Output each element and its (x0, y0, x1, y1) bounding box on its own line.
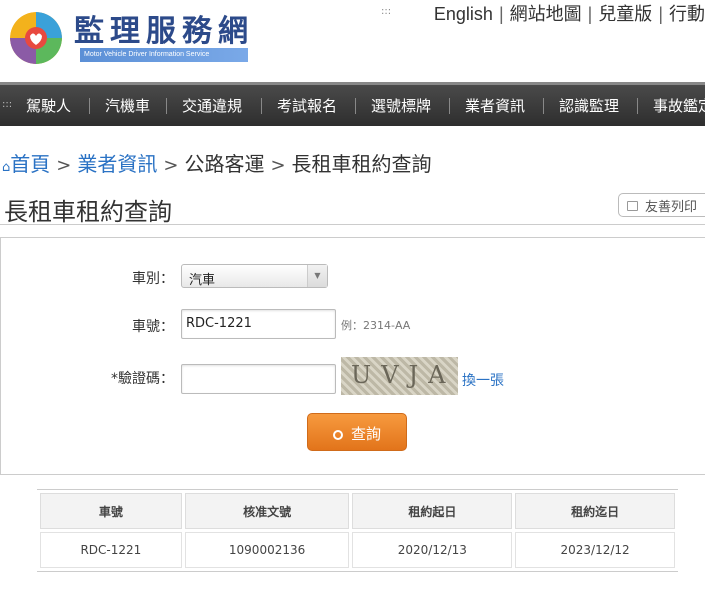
query-button-label: 查詢 (350, 425, 381, 443)
cell-end-date: 2023/12/12 (515, 532, 675, 568)
column-header-start: 租約起日 (352, 493, 513, 529)
site-subtitle: Motor Vehicle Driver Information Service (80, 48, 248, 62)
column-header-end: 租約迄日 (515, 493, 675, 529)
nav-divider (89, 98, 90, 114)
nav-item-plates[interactable]: 選號標牌 (371, 95, 431, 116)
captcha-label: *驗證碼： (111, 371, 174, 387)
cell-start-date: 2020/12/13 (352, 532, 513, 568)
nav-divider (637, 98, 638, 114)
captcha-text: UVJA (351, 361, 456, 389)
nav-item-vehicles[interactable]: 汽機車 (105, 95, 150, 116)
top-link-english[interactable]: English (434, 4, 493, 24)
site-logo-icon[interactable] (10, 12, 62, 64)
captcha-input[interactable] (181, 364, 336, 394)
plate-hint: 例：2314-AA (341, 319, 411, 332)
column-header-plate: 車號 (40, 493, 182, 529)
site-header: 監理服務網 Motor Vehicle Driver Information S… (0, 0, 705, 82)
main-nav: ::: 駕駛人 汽機車 交通違規 考試報名 選號標牌 業者資訊 認識監理 事故鑑… (0, 82, 705, 126)
nav-divider (543, 98, 544, 114)
table-header-row: 車號 核准文號 租約起日 租約迄日 (40, 493, 675, 529)
vehicle-type-label: 車別： (132, 271, 174, 287)
page-title: 長租車租約查詢 (4, 198, 172, 226)
divider: | (498, 4, 504, 24)
query-button[interactable]: 查詢 (307, 413, 407, 451)
printer-icon (627, 201, 638, 211)
chevron-right-icon: > (270, 155, 286, 176)
cell-approval: 1090002136 (184, 532, 350, 568)
top-link-mobile[interactable]: 行動 (669, 4, 705, 24)
nav-item-about[interactable]: 認識監理 (559, 95, 619, 116)
nav-divider (261, 98, 262, 114)
print-button[interactable]: 友善列印 (618, 193, 705, 217)
breadcrumb-bus: 公路客運 (184, 152, 265, 176)
breadcrumb-business[interactable]: 業者資訊 (77, 152, 157, 176)
vehicle-type-value: 汽車 (189, 273, 216, 288)
chevron-right-icon: > (163, 155, 179, 176)
chevron-down-icon: ▼ (307, 265, 327, 287)
refresh-captcha-link[interactable]: 換一張 (462, 370, 504, 390)
search-icon (332, 430, 343, 440)
breadcrumb-current: 長租車租約查詢 (291, 152, 432, 176)
nav-dots: ::: (2, 99, 13, 110)
chevron-right-icon: > (56, 155, 72, 176)
captcha-image: UVJA (341, 357, 458, 395)
divider: | (658, 4, 663, 24)
top-links: English | 網站地圖 | 兒童版 | 行動 (434, 0, 705, 26)
nav-item-business[interactable]: 業者資訊 (465, 95, 525, 116)
cell-plate: RDC-1221 (40, 532, 182, 568)
nav-item-exam[interactable]: 考試報名 (277, 95, 337, 116)
column-header-approval: 核准文號 (184, 493, 350, 529)
print-label: 友善列印 (645, 200, 698, 215)
results-table: 車號 核准文號 租約起日 租約迄日 RDC-1221 1090002136 20… (37, 489, 678, 572)
breadcrumb-home[interactable]: 首頁 (10, 152, 50, 176)
breadcrumb: ⌂首頁 > 業者資訊 > 公路客運 > 長租車租約查詢 (2, 148, 432, 177)
plate-input[interactable]: RDC-1221 (181, 309, 336, 339)
site-title[interactable]: 監理服務網 (74, 6, 254, 50)
top-links-dots: ::: (381, 6, 392, 17)
vehicle-type-select[interactable]: 汽車 ▼ (181, 264, 328, 288)
plate-label: 車號： (132, 319, 174, 335)
divider: | (587, 4, 593, 24)
top-link-sitemap[interactable]: 網站地圖 (510, 4, 582, 24)
divider (0, 224, 705, 225)
table-row: RDC-1221 1090002136 2020/12/13 2023/12/1… (40, 532, 675, 568)
nav-item-accident[interactable]: 事故鑑定 (653, 95, 705, 116)
nav-divider (166, 98, 167, 114)
nav-divider (449, 98, 450, 114)
nav-divider (355, 98, 356, 114)
top-link-kids[interactable]: 兒童版 (598, 4, 652, 24)
nav-item-violations[interactable]: 交通違規 (182, 95, 242, 116)
nav-item-drivers[interactable]: 駕駛人 (26, 95, 71, 116)
